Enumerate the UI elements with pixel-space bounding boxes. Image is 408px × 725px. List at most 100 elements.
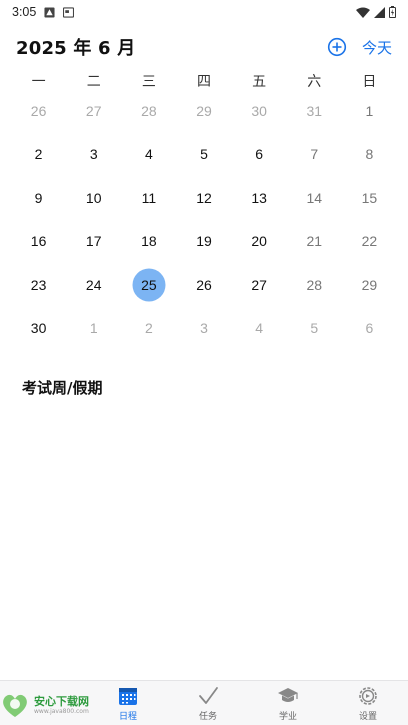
calendar-day[interactable]: 28	[287, 263, 342, 307]
calendar-day-number: 2	[144, 320, 153, 337]
calendar-day-number: 6	[365, 320, 374, 337]
calendar-day-number: 16	[30, 233, 47, 250]
calendar-day-number: 5	[310, 320, 319, 337]
wifi-icon	[356, 7, 370, 18]
calendar-day[interactable]: 6	[232, 133, 287, 177]
nav-label-academics: 学业	[278, 711, 297, 722]
month-title: 2025 年 6 月	[16, 38, 136, 59]
calendar-day-number: 27	[85, 102, 102, 119]
status-right	[356, 6, 396, 18]
battery-icon	[389, 6, 396, 18]
calendar-day[interactable]: 21	[287, 220, 342, 264]
calendar-day-number: 29	[361, 276, 378, 293]
alert-icon	[44, 6, 55, 18]
calendar-day-number: 28	[306, 276, 323, 293]
calendar-day[interactable]: 4	[121, 133, 176, 177]
calendar-day-number: 27	[251, 276, 267, 293]
section-title: 考试周/假期	[22, 379, 103, 397]
calendar-day[interactable]: 4	[232, 307, 287, 351]
calendar-day[interactable]: 13	[232, 176, 287, 220]
calendar-day-number: 21	[306, 233, 323, 250]
calendar-day[interactable]: 30	[11, 307, 66, 351]
calendar-day-number: 9	[34, 189, 43, 206]
calendar-day[interactable]: 26	[11, 89, 66, 133]
calendar-day-number: 31	[306, 102, 323, 119]
calendar-day-number: 22	[361, 233, 378, 250]
calendar-day[interactable]: 2	[121, 307, 176, 351]
calendar-day-number: 15	[361, 189, 378, 206]
calendar-day[interactable]: 3	[176, 307, 231, 351]
calendar-day[interactable]: 1	[342, 89, 397, 133]
calendar-day-number: 8	[365, 146, 374, 163]
calendar-day[interactable]: 27	[232, 263, 287, 307]
calendar-icon	[119, 687, 137, 705]
calendar-day-number: 26	[196, 276, 212, 293]
calendar-day[interactable]: 24	[66, 263, 121, 307]
gear-icon	[359, 686, 377, 705]
calendar-day[interactable]: 30	[232, 89, 287, 133]
nav-label-settings: 设置	[358, 711, 377, 722]
calendar-day-number: 26	[30, 102, 47, 119]
calendar-day-number: 29	[196, 102, 212, 119]
calendar-day-number: 18	[141, 233, 157, 250]
add-event-button[interactable]	[326, 36, 348, 58]
calendar-day[interactable]: 2	[11, 133, 66, 177]
nav-item-settings[interactable]: 设置	[328, 681, 408, 725]
plus-circle-icon	[327, 37, 347, 57]
calendar-day-number: 14	[306, 189, 323, 206]
check-icon	[199, 686, 218, 704]
nav-item-tasks[interactable]: 任务	[168, 681, 248, 725]
calendar-day[interactable]: 11	[121, 176, 176, 220]
calendar-day-selected[interactable]: 25	[121, 263, 176, 307]
calendar-day[interactable]: 5	[287, 307, 342, 351]
calendar-day-number: 2	[34, 146, 43, 163]
calendar-day[interactable]: 6	[342, 307, 397, 351]
calendar-day[interactable]: 14	[287, 176, 342, 220]
calendar-day[interactable]: 3	[66, 133, 121, 177]
calendar-day-number: 17	[85, 233, 102, 250]
calendar-day-number: 3	[89, 146, 98, 163]
calendar-day[interactable]: 29	[176, 89, 231, 133]
calendar-day-number: 28	[141, 102, 157, 119]
watermark-logo: 安心下载网 www.java800.com	[0, 688, 104, 722]
calendar-day[interactable]: 16	[11, 220, 66, 264]
watermark-url: www.java800.com	[34, 707, 89, 715]
nav-item-academics[interactable]: 学业	[248, 681, 328, 725]
calendar-day[interactable]: 23	[11, 263, 66, 307]
graduation-cap-icon	[278, 687, 298, 702]
calendar-day-number: 30	[30, 320, 47, 337]
watermark-brand: 安心下载网	[34, 694, 89, 708]
calendar-day-number: 6	[255, 146, 264, 163]
calendar-day[interactable]: 15	[342, 176, 397, 220]
calendar-day[interactable]: 26	[176, 263, 231, 307]
calendar-day[interactable]: 28	[121, 89, 176, 133]
calendar-day-number: 1	[365, 102, 374, 119]
calendar-day-number: 23	[30, 276, 47, 293]
calendar-day-number: 20	[251, 233, 267, 250]
calendar-day[interactable]: 12	[176, 176, 231, 220]
calendar-day[interactable]: 18	[121, 220, 176, 264]
calendar-day[interactable]: 29	[342, 263, 397, 307]
calendar-day[interactable]: 8	[342, 133, 397, 177]
heart-logo-icon	[3, 694, 27, 717]
status-bar: 3:05	[0, 0, 408, 24]
calendar-day[interactable]: 1	[66, 307, 121, 351]
calendar-day[interactable]: 22	[342, 220, 397, 264]
card-icon	[63, 6, 75, 18]
calendar-day[interactable]: 27	[66, 89, 121, 133]
calendar-day-number: 24	[85, 276, 102, 293]
calendar-grid: 26 27 28 29 30 31 1 2 3 4 5 6 7 8 9 10 11 12 13 14 15 16 17 18 1…	[11, 89, 397, 350]
calendar-day-number: 19	[196, 233, 212, 250]
calendar-day[interactable]: 5	[176, 133, 231, 177]
calendar-day[interactable]: 17	[66, 220, 121, 264]
calendar-day[interactable]: 10	[66, 176, 121, 220]
calendar-day[interactable]: 7	[287, 133, 342, 177]
calendar-day[interactable]: 19	[176, 220, 231, 264]
calendar-day[interactable]: 20	[232, 220, 287, 264]
calendar-day[interactable]: 31	[287, 89, 342, 133]
calendar-day-number: 25	[141, 276, 157, 293]
today-button[interactable]: 今天	[362, 37, 392, 58]
calendar-day-number: 4	[255, 320, 264, 337]
nav-label-tasks: 任务	[198, 711, 217, 722]
calendar-day[interactable]: 9	[11, 176, 66, 220]
